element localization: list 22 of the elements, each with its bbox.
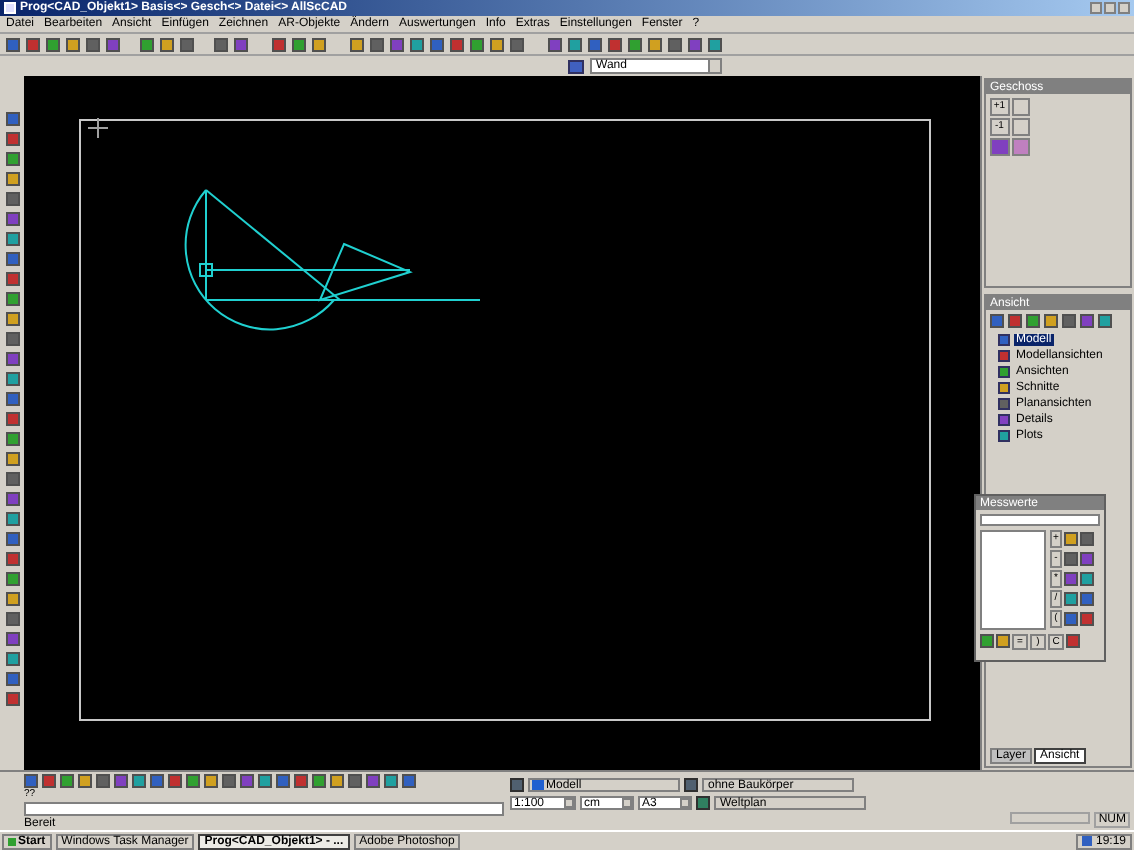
- close-button[interactable]: [1118, 2, 1130, 14]
- view-node-icon: [998, 382, 1010, 394]
- model-icon: [532, 780, 544, 790]
- view-node-icon: [998, 414, 1010, 426]
- status-field: [1010, 812, 1091, 824]
- app-icon: [4, 2, 16, 14]
- plan-icon: [696, 796, 710, 810]
- view-node-icon: [998, 398, 1010, 410]
- minimize-button[interactable]: [1090, 2, 1102, 14]
- layer-icon: [568, 59, 584, 73]
- value-list: [980, 530, 1046, 630]
- maximize-button[interactable]: [1104, 2, 1116, 14]
- value-field[interactable]: [980, 514, 1100, 526]
- body-icon: [684, 778, 698, 792]
- view-node-icon: [998, 334, 1010, 346]
- view-node-icon: [998, 430, 1010, 442]
- view-node-icon: [998, 350, 1010, 362]
- crosshair-icon: [87, 117, 109, 139]
- tray-icon: [1081, 836, 1092, 846]
- view-node-icon: [998, 366, 1010, 378]
- view-icon: [510, 778, 524, 792]
- command-input[interactable]: [24, 802, 504, 816]
